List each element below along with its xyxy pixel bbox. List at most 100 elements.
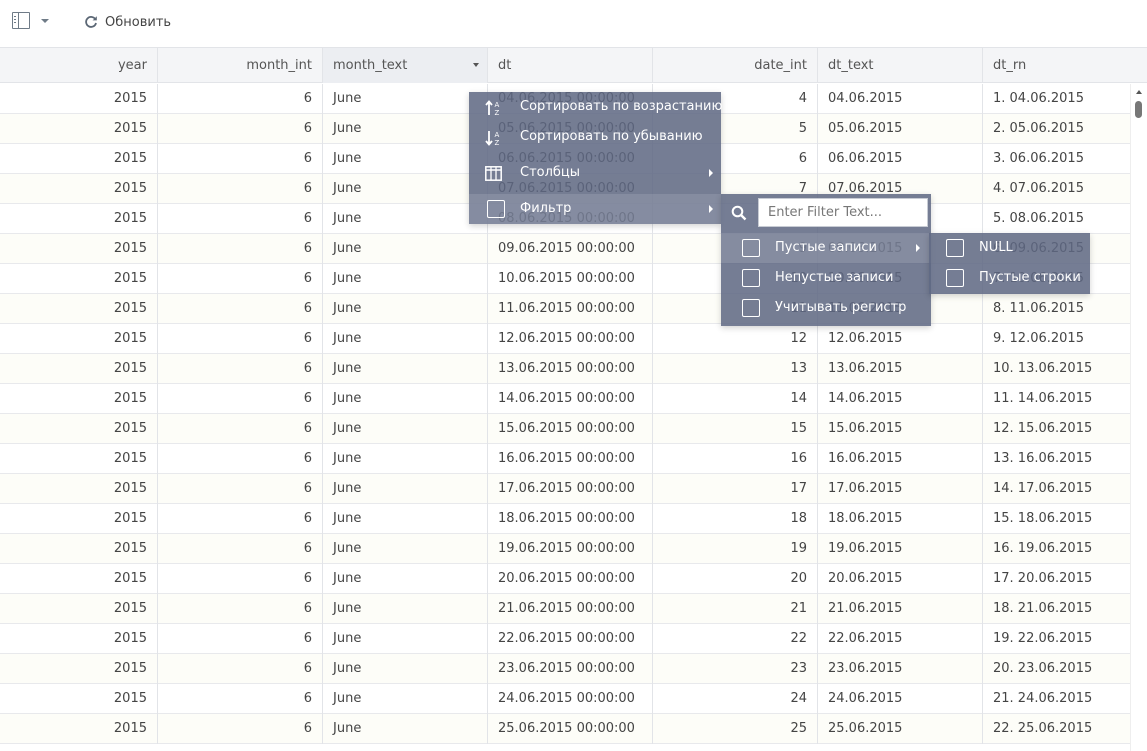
menu-item-non-empty-records[interactable]: Непустые записи <box>721 263 931 293</box>
table-row[interactable]: 2015 6 June 20.06.2015 00:00:00 20 20.06.2015… <box>0 564 1130 594</box>
refresh-button[interactable]: Обновить <box>84 12 171 32</box>
column-header-year[interactable]: year <box>0 48 158 83</box>
menu-item-filter[interactable]: Фильтр <box>469 194 721 224</box>
cell-month-text: June <box>323 204 488 234</box>
cell-month-int: 6 <box>158 504 323 534</box>
cell-dt-text: 17.06.2015 <box>818 474 983 504</box>
cell-dt-text: 20.06.2015 <box>818 564 983 594</box>
non-empty-records-checkbox[interactable] <box>742 269 760 287</box>
table-row[interactable]: 2015 6 June 12.06.2015 00:00:00 12 12.06.2015… <box>0 324 1130 354</box>
column-header-date-int[interactable]: date_int <box>653 48 818 83</box>
column-header-dt-rn[interactable]: dt_rn <box>983 48 1147 83</box>
scroll-up-arrow-icon[interactable] <box>1136 90 1142 94</box>
table-row[interactable]: 20156June11.06.2015 00:00:001111.06.2015… <box>0 294 1130 324</box>
cell-month-int: 6 <box>158 114 323 144</box>
cell-year: 2015 <box>0 114 158 144</box>
cell-year: 2015 <box>0 144 158 174</box>
cell-month-int: 6 <box>158 384 323 414</box>
table-row[interactable]: 2015 6 June 18.06.2015 00:00:00 18 18.06.2015… <box>0 504 1130 534</box>
table-row[interactable]: 2015 6 June 17.06.2015 00:00:00 17 17.06.2015… <box>0 474 1130 504</box>
svg-text:Z: Z <box>495 139 500 147</box>
cell-dt-text: 24.06.2015 <box>818 684 983 714</box>
cell-year: 2015 <box>0 234 158 264</box>
cell-dt-text: 23.06.2015 <box>818 654 983 684</box>
cell-date-int: 15 <box>653 414 818 444</box>
cell-dt-rn: 9. 12.06.2015 <box>993 331 1084 346</box>
menu-item-null[interactable]: NULL <box>929 233 1090 263</box>
vertical-scrollbar[interactable] <box>1130 84 1147 751</box>
cell-month-text: June <box>323 594 488 624</box>
null-checkbox[interactable] <box>946 239 964 257</box>
cell-dt-text: 06.06.2015 <box>818 144 983 174</box>
cell-dt: 12.06.2015 00:00:00 <box>488 324 653 354</box>
cell-month-int: 6 <box>158 324 323 354</box>
cell-month-text: June <box>323 504 488 534</box>
case-sensitive-checkbox[interactable] <box>742 299 760 317</box>
empty-records-checkbox[interactable] <box>742 239 760 257</box>
cell-dt-text: 05.06.2015 <box>818 114 983 144</box>
menu-item-label: NULL <box>979 240 1013 255</box>
empty-strings-checkbox[interactable] <box>946 269 964 287</box>
column-header-dt[interactable]: dt <box>488 48 653 83</box>
cell-year: 2015 <box>0 354 158 384</box>
cell-year: 2015 <box>0 204 158 234</box>
cell-month-int: 6 <box>158 354 323 384</box>
cell-month-text: June <box>323 684 488 714</box>
cell-dt: 24.06.2015 00:00:00 <box>488 684 653 714</box>
column-header-month-text[interactable]: month_text <box>323 48 488 83</box>
column-header-month-int[interactable]: month_int <box>158 48 323 83</box>
cell-month-int: 6 <box>158 654 323 684</box>
cell-dt: 13.06.2015 00:00:00 <box>488 354 653 384</box>
refresh-icon <box>85 16 97 28</box>
cell-dt-text: 13.06.2015 <box>818 354 983 384</box>
cell-dt: 14.06.2015 00:00:00 <box>488 384 653 414</box>
cell-month-text: June <box>323 384 488 414</box>
cell-dt-text: 04.06.2015 <box>818 84 983 114</box>
table-row[interactable]: 2015 6 June 13.06.2015 00:00:00 13 13.06.2015… <box>0 354 1130 384</box>
cell-month-int: 6 <box>158 444 323 474</box>
menu-item-empty-strings[interactable]: Пустые строки <box>929 263 1090 293</box>
cell-dt-rn: 20. 23.06.2015 <box>993 661 1093 676</box>
scroll-thumb[interactable] <box>1135 101 1142 118</box>
menu-item-label: Пустые записи <box>775 240 878 255</box>
menu-item-columns[interactable]: Столбцы <box>469 158 721 188</box>
cell-dt-rn: 11. 14.06.2015 <box>993 391 1093 406</box>
table-row[interactable]: 2015 6 June 23.06.2015 00:00:00 23 23.06.2015… <box>0 654 1130 684</box>
table-row[interactable]: 2015 6 June 21.06.2015 00:00:00 21 21.06.2015… <box>0 594 1130 624</box>
cell-month-text: June <box>323 354 488 384</box>
cell-dt-rn: 2. 05.06.2015 <box>993 121 1084 136</box>
cell-month-text: June <box>323 144 488 174</box>
column-header-dt-text[interactable]: dt_text <box>818 48 983 83</box>
chevron-right-icon <box>709 169 713 177</box>
cell-dt: 19.06.2015 00:00:00 <box>488 534 653 564</box>
filter-text-input[interactable] <box>758 198 928 227</box>
cell-year: 2015 <box>0 294 158 324</box>
menu-item-empty-records[interactable]: Пустые записи <box>721 233 931 263</box>
table-row[interactable]: 2015 6 June 25.06.2015 00:00:00 25 25.06.2015… <box>0 714 1130 744</box>
cell-dt: 22.06.2015 00:00:00 <box>488 624 653 654</box>
menu-item-sort-ascending[interactable]: A Z Сортировать по возрастанию <box>469 92 722 122</box>
table-row[interactable]: 2015 6 June 14.06.2015 00:00:00 14 14.06.2015… <box>0 384 1130 414</box>
cell-date-int: 25 <box>653 714 818 744</box>
cell-dt-text: 19.06.2015 <box>818 534 983 564</box>
table-row[interactable]: 2015 6 June 19.06.2015 00:00:00 19 19.06.2015… <box>0 534 1130 564</box>
table-row[interactable]: 2015 6 June 22.06.2015 00:00:00 22 22.06.2015… <box>0 624 1130 654</box>
cell-dt: 21.06.2015 00:00:00 <box>488 594 653 624</box>
cell-year: 2015 <box>0 504 158 534</box>
cell-dt-rn: 17. 20.06.2015 <box>993 571 1093 586</box>
menu-item-label: Сортировать по убыванию <box>520 129 703 144</box>
table-row[interactable]: 2015 6 June 15.06.2015 00:00:00 15 15.06.2015… <box>0 414 1130 444</box>
cell-month-text: June <box>323 264 488 294</box>
table-row[interactable]: 2015 6 June 24.06.2015 00:00:00 24 24.06.2015… <box>0 684 1130 714</box>
sort-descending-icon: A Z <box>485 131 500 147</box>
menu-item-sort-descending[interactable]: A Z Сортировать по убыванию <box>469 122 721 152</box>
menu-item-label: Пустые строки <box>979 270 1081 285</box>
column-menu-button[interactable] <box>467 48 487 83</box>
cell-year: 2015 <box>0 684 158 714</box>
menu-item-label: Столбцы <box>520 165 581 180</box>
cell-month-int: 6 <box>158 534 323 564</box>
cell-date-int: 18 <box>653 504 818 534</box>
column-layout-button[interactable] <box>12 11 56 31</box>
table-row[interactable]: 2015 6 June 16.06.2015 00:00:00 16 16.06.2015… <box>0 444 1130 474</box>
menu-item-case-sensitive[interactable]: Учитывать регистр <box>721 293 931 323</box>
